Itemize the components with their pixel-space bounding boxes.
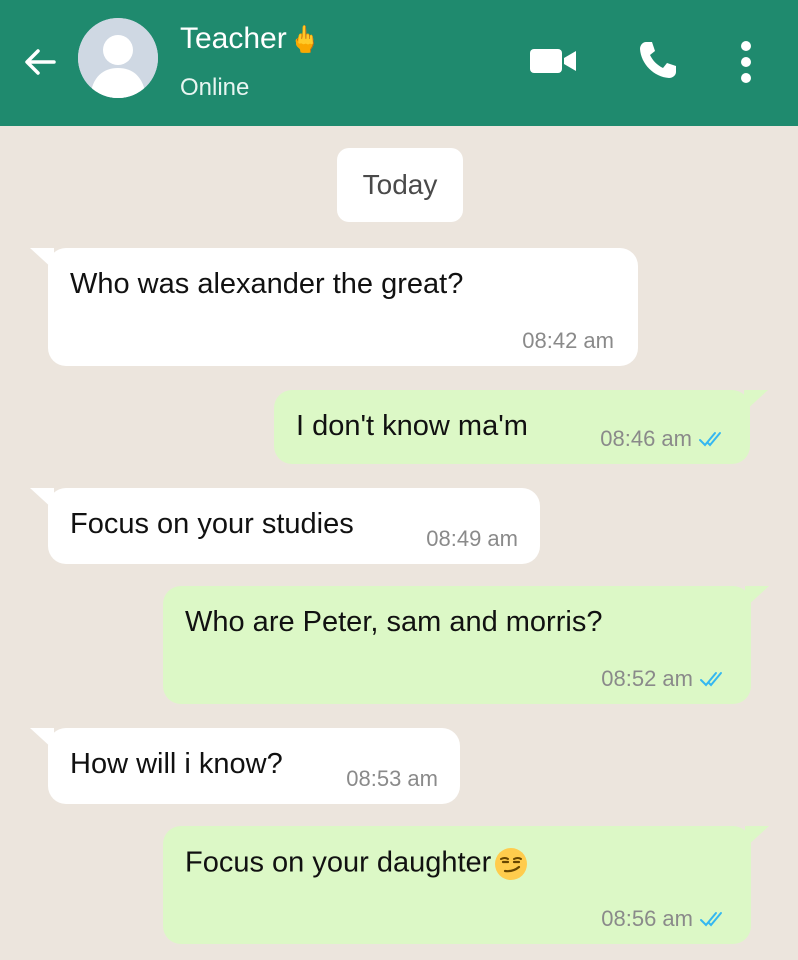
outgoing-message[interactable]: Who are Peter, sam and morris? 08:52 am	[163, 586, 769, 704]
message-meta: 08:52 am	[601, 666, 729, 692]
message-time: 08:49 am	[426, 526, 518, 551]
outgoing-message[interactable]: I don't know ma'm 08:46 am	[274, 390, 768, 464]
contact-status: Online	[180, 74, 250, 101]
read-receipt-icon	[700, 672, 722, 687]
message-time: 08:46 am	[600, 426, 692, 451]
message-meta: 08:56 am	[601, 906, 729, 932]
bubble-tail	[745, 586, 769, 608]
message-text: Who was alexander the great?	[70, 268, 464, 300]
incoming-message[interactable]: Who was alexander the great? 08:42 am	[30, 248, 638, 366]
message-text: Focus on your studies	[70, 508, 354, 540]
message-text: Who are Peter, sam and morris?	[185, 606, 603, 638]
message-meta: 08:46 am	[600, 426, 728, 452]
message-time: 08:53 am	[346, 766, 438, 791]
bubble-tail	[744, 390, 768, 412]
read-receipt-icon	[699, 432, 721, 447]
incoming-message[interactable]: Focus on your studies 08:49 am	[30, 488, 540, 564]
contact-name[interactable]: Teacher 🖕	[180, 22, 321, 56]
bubble-tail	[30, 248, 54, 270]
contact-name-text: Teacher	[180, 22, 287, 55]
video-call-icon[interactable]	[528, 44, 578, 78]
message-text: Focus on your daughter	[185, 846, 529, 882]
chat-header: Teacher 🖕 Online	[0, 0, 798, 126]
middle-finger-emoji-icon: 🖕	[288, 23, 322, 54]
incoming-message[interactable]: How will i know? 08:53 am	[30, 728, 460, 804]
message-time: 08:56 am	[601, 906, 693, 931]
more-options-icon[interactable]	[736, 38, 756, 86]
bubble-tail	[745, 826, 769, 848]
chat-area[interactable]: Today Who was alexander the great? 08:42…	[0, 126, 798, 960]
message-text: I don't know ma'm	[296, 410, 528, 442]
message-text-content: Focus on your daughter	[185, 846, 492, 879]
date-separator: Today	[337, 148, 463, 222]
phone-call-icon[interactable]	[636, 38, 680, 82]
default-avatar-icon	[78, 18, 158, 98]
contact-avatar[interactable]	[78, 18, 158, 98]
message-time: 08:42 am	[522, 328, 614, 353]
outgoing-message[interactable]: Focus on your daughter 08:56 am	[163, 826, 769, 944]
read-receipt-icon	[700, 912, 722, 927]
message-text: How will i know?	[70, 748, 283, 780]
message-time: 08:52 am	[601, 666, 693, 691]
smirking-face-emoji-icon	[495, 848, 528, 880]
bubble-tail	[30, 728, 54, 750]
back-arrow-icon[interactable]	[20, 42, 60, 82]
bubble-tail	[30, 488, 54, 510]
